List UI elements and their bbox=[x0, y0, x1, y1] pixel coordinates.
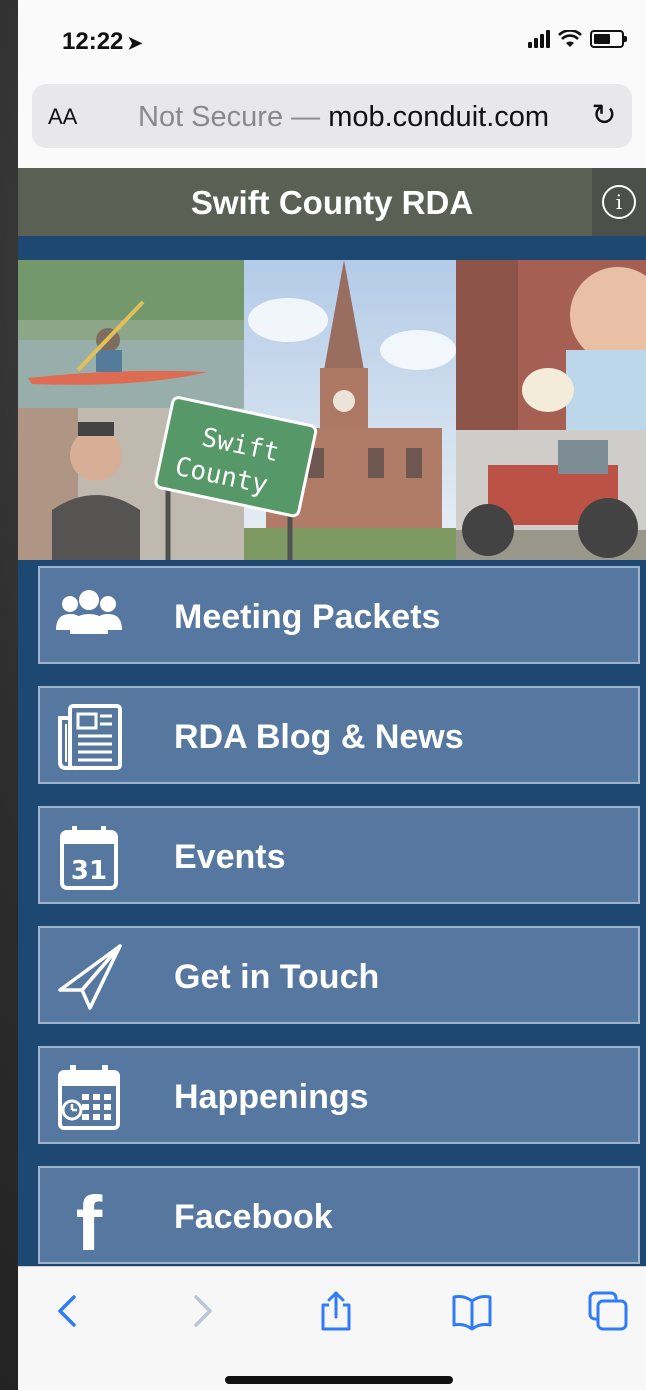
facebook-icon: f bbox=[76, 1184, 103, 1250]
menu-item-meeting-packets[interactable]: Meeting Packets bbox=[38, 566, 640, 664]
calendar-day-text: 31 bbox=[71, 856, 107, 886]
menu-item-label: Get in Touch bbox=[174, 958, 380, 996]
battery-icon bbox=[590, 30, 627, 48]
menu-item-label: Meeting Packets bbox=[174, 598, 441, 636]
hero-banner: Swift County bbox=[18, 260, 646, 560]
status-bar: 12:22 ➤ bbox=[18, 0, 646, 80]
people-group-icon bbox=[56, 590, 122, 634]
menu-item-events[interactable]: 31 Events bbox=[38, 806, 640, 904]
status-time: 12:22 ➤ bbox=[62, 28, 142, 56]
hero-collage-image: Swift County bbox=[18, 260, 646, 560]
phone-screen: 12:22 ➤ AA Not Secure — mob.conduit.com ↻ bbox=[18, 0, 646, 1390]
menu-item-label: Facebook bbox=[174, 1198, 333, 1236]
wifi-icon bbox=[558, 30, 582, 47]
location-arrow-icon: ➤ bbox=[127, 33, 143, 53]
menu-item-label: Events bbox=[174, 838, 286, 876]
reload-icon[interactable]: ↻ bbox=[586, 96, 622, 136]
browser-toolbar bbox=[18, 1266, 646, 1390]
share-icon[interactable] bbox=[314, 1289, 358, 1333]
text-size-button[interactable]: AA bbox=[48, 104, 77, 130]
browser-address-area: AA Not Secure — mob.conduit.com ↻ bbox=[18, 80, 646, 168]
newspaper-icon bbox=[58, 704, 122, 770]
calendar-grid-icon bbox=[58, 1065, 120, 1130]
url-security-label: Not Secure — bbox=[138, 101, 321, 133]
menu-item-happenings[interactable]: Happenings bbox=[38, 1046, 640, 1144]
forward-arrow-icon[interactable] bbox=[180, 1289, 224, 1333]
menu-item-get-in-touch[interactable]: Get in Touch bbox=[38, 926, 640, 1024]
address-bar[interactable]: AA Not Secure — mob.conduit.com ↻ bbox=[32, 84, 632, 148]
time-text: 12:22 bbox=[62, 28, 124, 55]
app-header: Swift County RDA i bbox=[18, 168, 646, 236]
info-icon: i bbox=[602, 185, 636, 219]
tabs-icon[interactable] bbox=[586, 1289, 630, 1333]
url-display[interactable]: Not Secure — mob.conduit.com bbox=[138, 101, 549, 134]
facebook-glyph: f bbox=[76, 1184, 103, 1250]
app-title: Swift County RDA bbox=[190, 184, 474, 221]
cellular-signal-icon bbox=[528, 30, 550, 48]
menu-item-label: Happenings bbox=[174, 1078, 369, 1116]
info-button[interactable]: i bbox=[592, 168, 646, 236]
status-icons bbox=[528, 30, 627, 48]
paper-plane-icon bbox=[58, 944, 122, 1010]
main-menu: Meeting Packets RDA Blog & News 31 Event… bbox=[38, 566, 640, 1286]
url-domain: mob.conduit.com bbox=[328, 101, 550, 133]
text-size-label: AA bbox=[48, 104, 78, 129]
menu-item-rda-blog-news[interactable]: RDA Blog & News bbox=[38, 686, 640, 784]
menu-item-facebook[interactable]: f Facebook bbox=[38, 1166, 640, 1264]
bookmarks-icon[interactable] bbox=[450, 1289, 494, 1333]
back-arrow-icon[interactable] bbox=[46, 1289, 90, 1333]
menu-item-label: RDA Blog & News bbox=[174, 718, 464, 756]
calendar-icon: 31 bbox=[60, 826, 118, 890]
home-indicator[interactable] bbox=[225, 1376, 453, 1384]
